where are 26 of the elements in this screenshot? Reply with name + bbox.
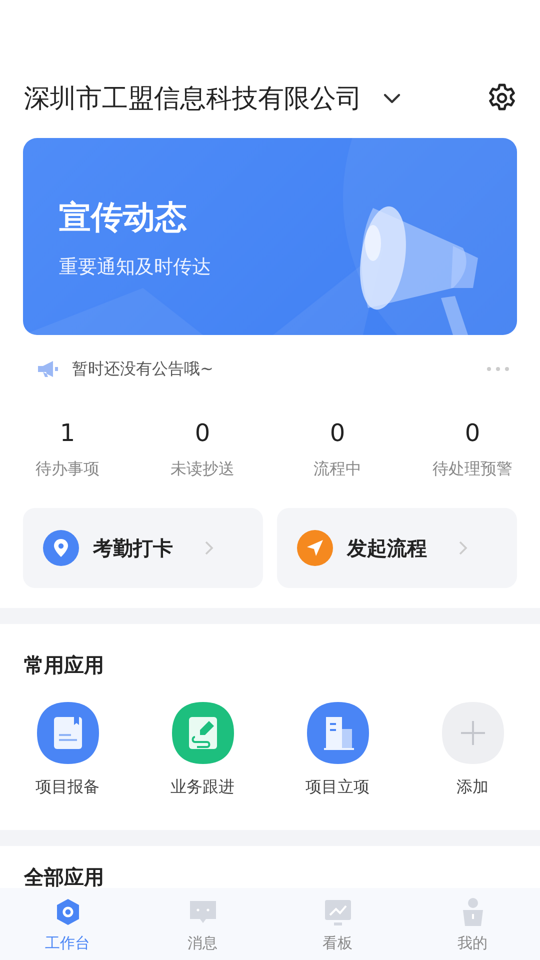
app-label[interactable]: 项目立项 bbox=[306, 777, 370, 798]
megaphone-icon bbox=[36, 359, 60, 379]
stat-label: 未读抄送 bbox=[170, 459, 234, 480]
app-label[interactable]: 添加 bbox=[456, 777, 488, 798]
chevron-right-icon bbox=[203, 539, 215, 557]
stat-count[interactable]: 0 bbox=[330, 419, 346, 447]
building-icon[interactable] bbox=[306, 701, 370, 765]
stat-count[interactable]: 0 bbox=[194, 419, 210, 447]
stat-count[interactable]: 0 bbox=[464, 419, 480, 447]
document-icon[interactable] bbox=[36, 701, 100, 765]
app-label[interactable]: 业务跟进 bbox=[170, 777, 234, 798]
stat-label: 待办事项 bbox=[36, 459, 100, 480]
chevron-right-icon bbox=[457, 539, 469, 557]
section-title: 常用应用 bbox=[23, 652, 105, 679]
section-title: 全部应用 bbox=[22, 864, 105, 891]
notice-text: 暂时还没有公告哦~ bbox=[72, 358, 214, 380]
banner-subtitle: 重要通知及时传达 bbox=[59, 255, 211, 280]
edit-document-icon[interactable] bbox=[170, 701, 234, 765]
stat-label: 流程中 bbox=[314, 459, 362, 480]
banner-title: 宣传动态 bbox=[59, 197, 188, 238]
company-name[interactable]: 深圳市工盟信息科技有限公司 bbox=[24, 80, 362, 116]
stat-label: 待处理预警 bbox=[432, 459, 512, 480]
shortcut-button[interactable]: 考勤打卡 bbox=[23, 508, 263, 588]
app-label[interactable]: 项目报备 bbox=[36, 777, 100, 798]
stat-count[interactable]: 1 bbox=[60, 419, 76, 447]
shortcut-button[interactable]: 发起流程 bbox=[277, 508, 517, 588]
